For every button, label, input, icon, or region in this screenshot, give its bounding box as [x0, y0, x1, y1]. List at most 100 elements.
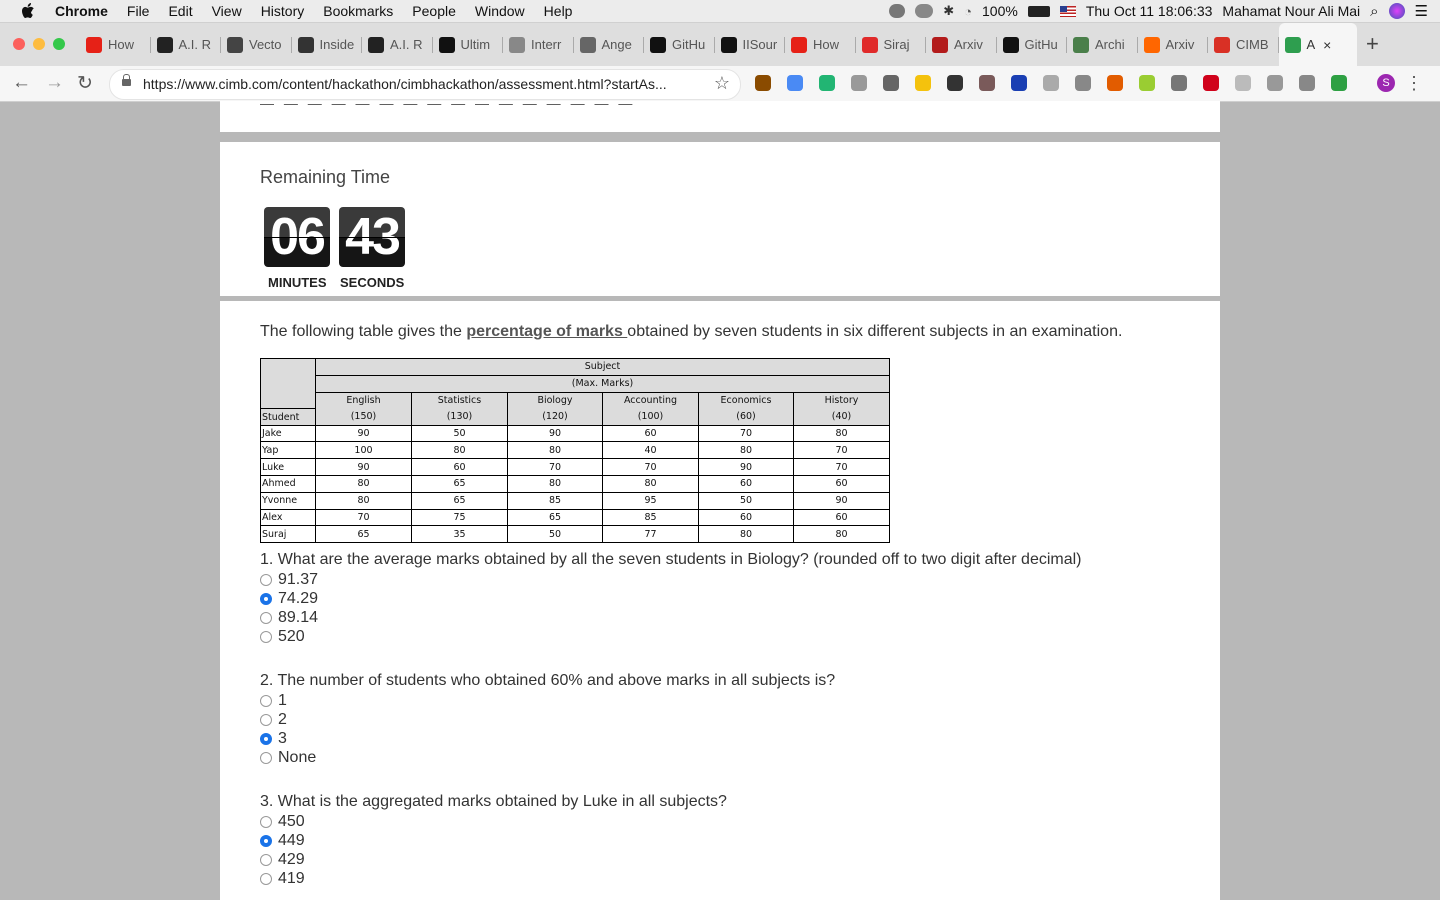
menu-window[interactable]: Window — [475, 3, 525, 19]
maximize-window-button[interactable] — [53, 38, 65, 50]
notification-center-icon[interactable]: ☰ — [1415, 2, 1428, 20]
minimize-window-button[interactable] — [33, 38, 45, 50]
tab-9[interactable]: IISour — [720, 23, 784, 66]
tab-16[interactable]: CIMB — [1214, 23, 1277, 66]
extension-icon[interactable] — [1235, 75, 1251, 91]
wifi-icon[interactable]: ◔ — [964, 4, 972, 19]
tab-13[interactable]: GitHu — [1002, 23, 1066, 66]
menu-file[interactable]: File — [127, 3, 150, 19]
tab-15[interactable]: Arxiv — [1143, 23, 1207, 66]
menu-bookmarks[interactable]: Bookmarks — [323, 3, 393, 19]
menu-edit[interactable]: Edit — [168, 3, 192, 19]
extension-icon[interactable] — [1171, 75, 1187, 91]
chrome-menu-icon[interactable]: ⋮ — [1405, 73, 1423, 94]
tab-5[interactable]: Ultim — [438, 23, 502, 66]
marks-cell: 60 — [793, 475, 890, 493]
lock-icon[interactable] — [122, 74, 131, 86]
extension-icon[interactable] — [915, 75, 931, 91]
tab-2[interactable]: Vecto — [227, 23, 290, 66]
tab-10[interactable]: How — [791, 23, 854, 66]
url-text[interactable]: https://www.cimb.com/content/hackathon/c… — [143, 76, 667, 92]
question-2-option-1[interactable]: 1 — [260, 691, 287, 710]
question-3-option-3[interactable]: 429 — [260, 850, 305, 869]
radio-button[interactable] — [260, 834, 272, 847]
radio-button[interactable] — [260, 751, 272, 764]
question-1-option-1[interactable]: 91.37 — [260, 570, 318, 589]
tab-7[interactable]: Ange — [579, 23, 643, 66]
battery-icon[interactable] — [1027, 5, 1050, 17]
radio-button[interactable] — [260, 713, 272, 726]
extension-icon[interactable] — [1331, 75, 1347, 91]
marks-table: Subject (Max. Marks) English Statistics Bi… — [260, 358, 890, 544]
tab-12[interactable]: Arxiv — [932, 23, 995, 66]
tab-6[interactable]: Interr — [509, 23, 572, 66]
question-1-option-3[interactable]: 89.14 — [260, 608, 318, 627]
extension-icon[interactable] — [819, 75, 835, 91]
extension-icon[interactable] — [851, 75, 867, 91]
radio-button[interactable] — [260, 611, 272, 624]
youtube-icon — [86, 36, 102, 53]
tab-0[interactable]: How — [86, 23, 149, 66]
question-2-option-2[interactable]: 2 — [260, 710, 287, 729]
extension-icon[interactable] — [883, 75, 899, 91]
messages-icon[interactable] — [889, 4, 906, 18]
extension-icon[interactable] — [979, 75, 995, 91]
forward-button[interactable]: → — [45, 72, 64, 94]
menubar-clock[interactable]: Thu Oct 11 18:06:33 — [1086, 3, 1213, 19]
bluetooth-icon[interactable]: ✱ — [943, 3, 954, 19]
spotlight-search-icon[interactable]: ⌕ — [1370, 3, 1378, 20]
tab-4[interactable]: A.I. R — [368, 23, 431, 66]
close-window-button[interactable] — [13, 38, 25, 50]
radio-button[interactable] — [260, 630, 272, 643]
tab-1[interactable]: A.I. R — [156, 23, 220, 66]
menubar-user[interactable]: Mahamat Nour Ali Mai — [1222, 3, 1360, 19]
back-button[interactable]: ← — [12, 72, 31, 94]
question-3-option-4[interactable]: 419 — [260, 869, 305, 888]
tab-3[interactable]: Inside — [297, 23, 361, 66]
extension-icon[interactable] — [947, 75, 963, 91]
radio-button[interactable] — [260, 815, 272, 828]
question-1-option-2[interactable]: 74.29 — [260, 589, 318, 608]
question-3-option-1[interactable]: 450 — [260, 812, 305, 831]
extension-icon[interactable] — [1107, 75, 1123, 91]
radio-button[interactable] — [260, 694, 272, 707]
question-2-option-3[interactable]: 3 — [260, 729, 287, 748]
question-3-option-2[interactable]: 449 — [260, 831, 305, 850]
menu-help[interactable]: Help — [544, 3, 573, 19]
us-flag-input-icon[interactable] — [1059, 5, 1076, 17]
extension-icon[interactable] — [1299, 75, 1315, 91]
tab-8[interactable]: GitHu — [650, 23, 713, 66]
bookmark-star-icon[interactable]: ☆ — [714, 73, 730, 94]
extension-icon[interactable] — [1139, 75, 1155, 91]
radio-button[interactable] — [260, 872, 272, 885]
question-2-option-4[interactable]: None — [260, 748, 316, 767]
extension-icon[interactable] — [1203, 75, 1219, 91]
apple-menu-icon[interactable] — [21, 3, 35, 19]
creative-cloud-icon[interactable] — [915, 4, 934, 18]
radio-button[interactable] — [260, 853, 272, 866]
menu-history[interactable]: History — [261, 3, 305, 19]
menu-people[interactable]: People — [412, 3, 456, 19]
table-row: Yvonne 80 65 85 95 50 90 — [260, 491, 890, 510]
menu-view[interactable]: View — [212, 3, 242, 19]
siri-icon[interactable] — [1388, 3, 1405, 19]
extension-icon[interactable] — [755, 75, 771, 91]
radio-button[interactable] — [260, 573, 272, 586]
tab-14[interactable]: Archi — [1073, 23, 1136, 66]
menu-app-chrome[interactable]: Chrome — [55, 3, 108, 19]
question-1-option-4[interactable]: 520 — [260, 627, 305, 646]
tab-17[interactable]: A × — [1278, 23, 1357, 66]
reload-button[interactable]: ↻ — [77, 72, 93, 95]
extension-icon[interactable] — [1043, 75, 1059, 91]
extension-icon[interactable] — [1267, 75, 1283, 91]
new-tab-button[interactable]: + — [1366, 31, 1379, 57]
close-tab-icon[interactable]: × — [1323, 37, 1331, 53]
extension-icon[interactable] — [1011, 75, 1027, 91]
radio-button[interactable] — [260, 732, 272, 745]
profile-avatar[interactable]: S — [1377, 74, 1395, 92]
table-row: Luke 90 60 70 70 90 70 — [260, 458, 890, 477]
extension-icon[interactable] — [1075, 75, 1091, 91]
radio-button[interactable] — [260, 592, 272, 605]
tab-11[interactable]: Siraj — [861, 23, 925, 66]
extension-icon[interactable] — [787, 75, 803, 91]
